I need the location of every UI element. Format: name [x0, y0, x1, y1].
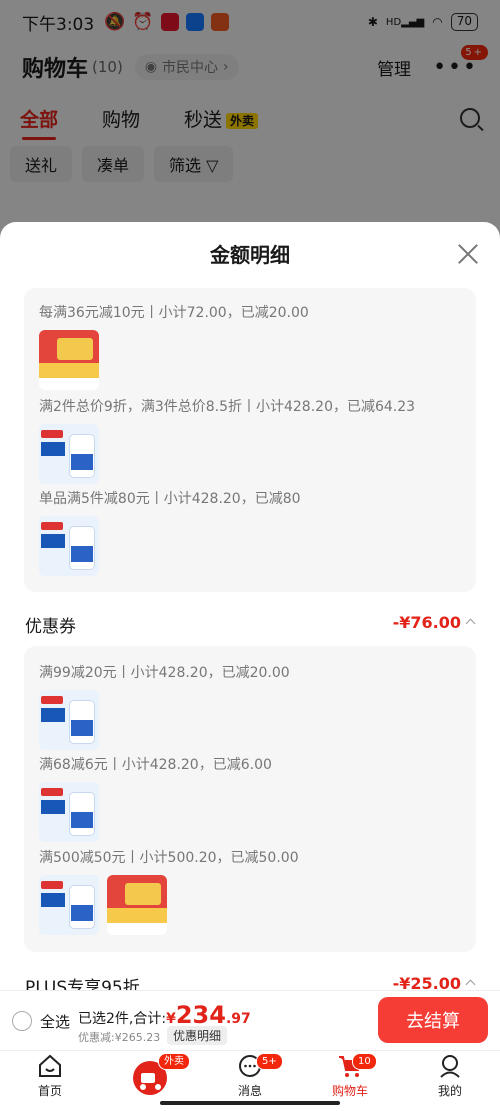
coupon-group: 满99减20元丨小计428.20，已减20.00 满68减6元丨小计428.20…: [24, 646, 476, 952]
discount-text: 优惠减:¥265.23: [78, 1031, 161, 1044]
bottom-tab-bar: 首页 外卖 5+ 消息 10 购物车 我的: [0, 1050, 500, 1111]
product-thumb[interactable]: [39, 782, 99, 842]
product-thumb[interactable]: [107, 875, 167, 935]
profile-icon: [440, 1055, 460, 1078]
chevron-up-icon: [465, 618, 476, 629]
tab-me[interactable]: 我的: [400, 1051, 500, 1111]
checkout-button[interactable]: 去结算: [378, 997, 488, 1043]
promo-rule: 单品满5件减80元丨小计428.20，已减80: [39, 491, 301, 507]
amount-detail-sheet: 金额明细 每满36元减10元丨小计72.00，已减20.00 满2件总价9折，满…: [0, 222, 500, 1050]
home-indicator: [160, 1101, 340, 1105]
coupon-rule: 满99减20元丨小计428.20，已减20.00: [39, 665, 290, 681]
total-price: 234: [175, 1001, 226, 1029]
product-thumb[interactable]: [39, 330, 99, 390]
promo-rule: 满2件总价9折，满3件总价8.5折丨小计428.20，已减64.23: [39, 399, 416, 415]
total-summary: 已选2件,合计:¥234.97: [78, 1001, 251, 1029]
chevron-up-icon: [465, 979, 476, 990]
checkout-bar: 全选 已选2件,合计:¥234.97 优惠减:¥265.23 优惠明细 去结算: [0, 990, 500, 1050]
home-icon: [39, 1054, 61, 1077]
coupon-rule: 满500减50元丨小计500.20，已减50.00: [39, 850, 299, 866]
coupon-value[interactable]: -¥76.00: [393, 613, 476, 632]
sheet-title: 金额明细: [0, 222, 500, 284]
product-thumb[interactable]: [39, 516, 99, 576]
promo-rule: 每满36元减10元丨小计72.00，已减20.00: [39, 305, 309, 321]
coupon-label: 优惠券: [25, 617, 76, 637]
coupon-rule: 满68减6元丨小计428.20，已减6.00: [39, 757, 272, 773]
select-all-label[interactable]: 全选: [40, 1011, 70, 1032]
cart-badge: 10: [352, 1053, 377, 1070]
product-thumb[interactable]: [39, 875, 99, 935]
waimai-badge: 外卖: [158, 1053, 190, 1070]
tab-home[interactable]: 首页: [0, 1051, 100, 1111]
select-all-checkbox[interactable]: [12, 1011, 32, 1031]
messages-badge: 5+: [256, 1053, 283, 1070]
discount-detail-button[interactable]: 优惠明细: [167, 1026, 228, 1045]
product-thumb[interactable]: [39, 424, 99, 484]
close-icon[interactable]: [456, 241, 480, 265]
product-thumb[interactable]: [39, 690, 99, 750]
promo-group: 每满36元减10元丨小计72.00，已减20.00 满2件总价9折，满3件总价8…: [24, 288, 476, 592]
